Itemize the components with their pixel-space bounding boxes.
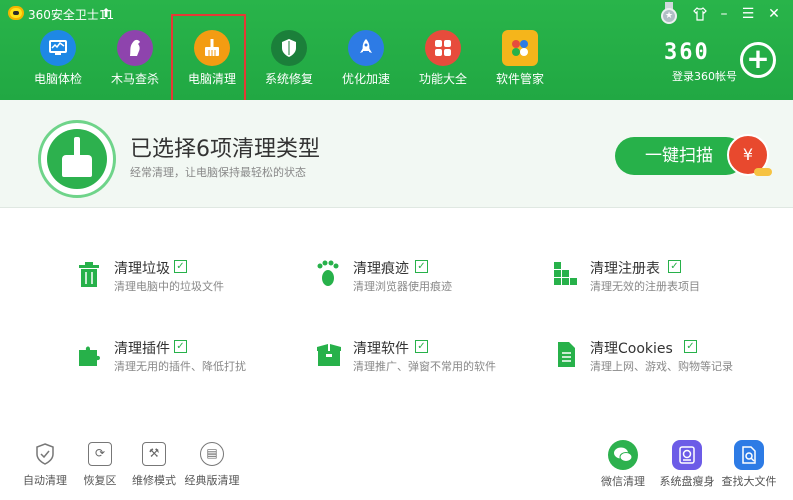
clean-item-desc: 清理电脑中的垃圾文件	[114, 280, 224, 293]
clean-item-desc: 清理上网、游戏、购物等记录	[590, 360, 733, 373]
tool-repair-mode[interactable]: ⚒ 维修模式	[124, 442, 184, 498]
login-link[interactable]: 登录360帐号	[672, 68, 737, 84]
clean-item-plugins[interactable]: 清理插件 ✓ 清理无用的插件、降低打扰	[76, 338, 296, 378]
disk-icon	[672, 440, 702, 470]
up-arrow-icon[interactable]: ⬆	[101, 6, 111, 20]
box-icon	[315, 340, 343, 368]
broom-badge-icon	[38, 120, 116, 198]
checkbox[interactable]: ✓	[174, 260, 187, 273]
nav-item-speedup[interactable]: 优化加速	[326, 28, 406, 96]
nav-item-repair[interactable]: 系统修复	[249, 28, 329, 96]
header: 360安全卫士11 ⬆ ★ – ☰ ✕ 电脑体检 木马查杀 电脑清理 系统修复 …	[0, 0, 793, 100]
nav-label-checkup: 电脑体检	[33, 72, 82, 86]
medal-icon[interactable]: ★	[660, 2, 678, 24]
clean-item-name: 清理Cookies	[590, 341, 673, 357]
monitor-icon	[40, 30, 76, 66]
scan-button[interactable]: 一键扫描	[615, 137, 745, 175]
brand-logo: 360	[664, 40, 710, 65]
restore-icon: ⟳	[88, 442, 112, 466]
plus-button[interactable]: +	[740, 42, 776, 78]
tool-find-large-files[interactable]: 查找大文件	[716, 440, 782, 498]
checkbox[interactable]: ✓	[174, 340, 187, 353]
wrench-icon: ⚒	[142, 442, 166, 466]
summary-headline: 已选择6项清理类型	[130, 137, 320, 162]
app-logo-icon	[8, 6, 24, 20]
tool-label: 经典版清理	[184, 474, 240, 487]
nav-label-speedup: 优化加速	[341, 72, 390, 86]
tool-wechat-clean[interactable]: 微信清理	[590, 440, 656, 498]
clean-item-name: 清理痕迹	[353, 261, 409, 277]
tool-classic-clean[interactable]: ▤ 经典版清理	[182, 442, 242, 498]
clean-item-desc: 清理浏览器使用痕迹	[353, 280, 452, 293]
clean-item-name: 清理插件	[114, 341, 170, 357]
wechat-icon	[608, 440, 638, 470]
checkbox[interactable]: ✓	[415, 260, 428, 273]
checkbox[interactable]: ✓	[684, 340, 697, 353]
clean-item-cookies[interactable]: 清理Cookies ✓ 清理上网、游戏、购物等记录	[552, 338, 772, 378]
clean-item-name: 清理垃圾	[114, 261, 170, 277]
titlebar: 360安全卫士11 ⬆ ★ – ☰ ✕	[0, 0, 793, 26]
file-search-icon	[734, 440, 764, 470]
minimize-icon[interactable]: –	[714, 4, 734, 24]
nav-item-software[interactable]: 软件管家	[480, 28, 560, 96]
menu-icon[interactable]: ☰	[738, 4, 758, 24]
coin-icon	[754, 168, 772, 176]
nav-label-repair: 系统修复	[264, 72, 313, 86]
shirt-icon[interactable]	[690, 4, 710, 24]
apps-icon	[502, 30, 538, 66]
clean-item-registry[interactable]: 清理注册表 ✓ 清理无效的注册表项目	[552, 258, 772, 298]
classic-icon: ▤	[200, 442, 224, 466]
horse-icon	[117, 30, 153, 66]
shield-icon	[271, 30, 307, 66]
clean-item-name: 清理软件	[353, 341, 409, 357]
nav-label-software: 软件管家	[495, 72, 544, 86]
summary-subhead: 经常清理，让电脑保持最轻松的状态	[130, 166, 306, 179]
nav-label-trojan: 木马查杀	[110, 72, 159, 86]
trash-icon	[76, 260, 104, 288]
clean-item-desc: 清理无效的注册表项目	[590, 280, 700, 293]
nav-item-checkup[interactable]: 电脑体检	[18, 28, 98, 96]
tool-auto-clean[interactable]: 自动清理	[15, 442, 75, 498]
registry-icon	[552, 260, 580, 288]
grid-icon	[425, 30, 461, 66]
document-icon	[552, 340, 580, 368]
nav-label-features: 功能大全	[418, 72, 467, 86]
rocket-icon	[348, 30, 384, 66]
brand-area[interactable]: 360 登录360帐号	[664, 40, 744, 83]
tool-disk-slim[interactable]: 系统盘瘦身	[654, 440, 720, 498]
clean-item-name: 清理注册表	[590, 261, 660, 277]
clean-item-software[interactable]: 清理软件 ✓ 清理推广、弹窗不常用的软件	[315, 338, 535, 378]
footprint-icon	[315, 260, 343, 288]
tool-restore[interactable]: ⟳ 恢复区	[70, 442, 130, 498]
checkbox[interactable]: ✓	[668, 260, 681, 273]
tool-label: 查找大文件	[721, 475, 777, 488]
nav-item-trojan[interactable]: 木马查杀	[95, 28, 175, 96]
checkbox[interactable]: ✓	[415, 340, 428, 353]
nav-item-features[interactable]: 功能大全	[403, 28, 483, 96]
shield-check-icon	[33, 442, 57, 466]
puzzle-icon	[76, 340, 104, 368]
clean-item-desc: 清理推广、弹窗不常用的软件	[353, 360, 496, 373]
close-icon[interactable]: ✕	[764, 4, 784, 24]
clean-item-desc: 清理无用的插件、降低打扰	[114, 360, 246, 373]
clean-item-junk[interactable]: 清理垃圾 ✓ 清理电脑中的垃圾文件	[76, 258, 296, 298]
highlight-box-cleanup-tab	[171, 14, 246, 105]
clean-item-traces[interactable]: 清理痕迹 ✓ 清理浏览器使用痕迹	[315, 258, 535, 298]
app-window: 360安全卫士11 ⬆ ★ – ☰ ✕ 电脑体检 木马查杀 电脑清理 系统修复 …	[0, 0, 793, 500]
